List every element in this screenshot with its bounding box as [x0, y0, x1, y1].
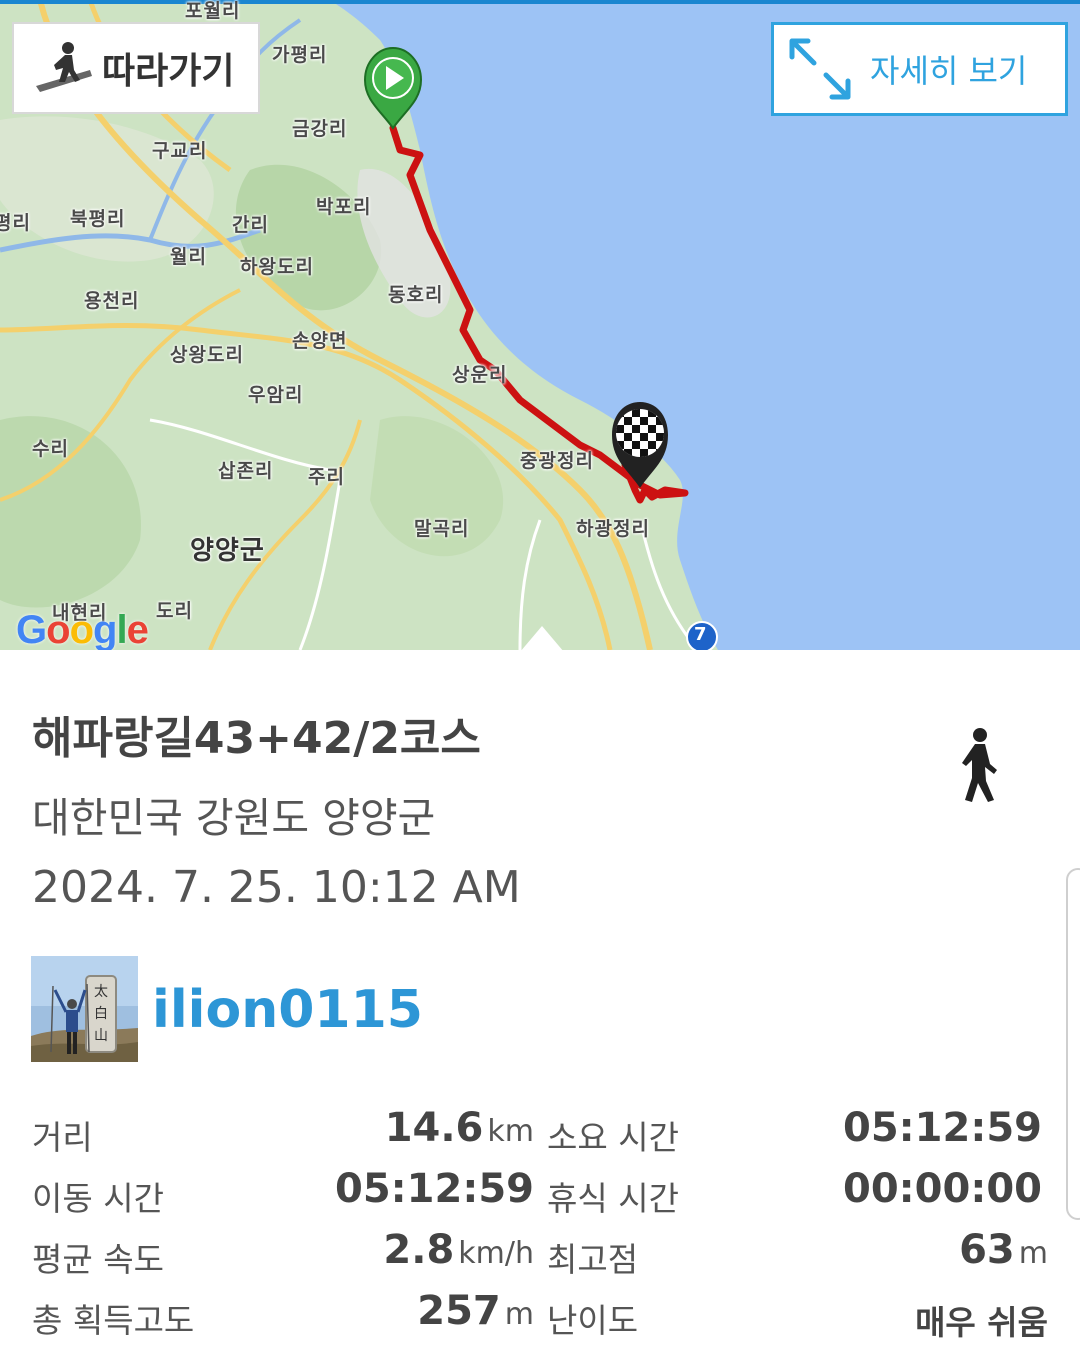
- avatar[interactable]: 太 白 山: [31, 956, 138, 1062]
- follow-button[interactable]: 따라가기: [12, 22, 260, 114]
- stone-char: 白: [94, 1006, 108, 1022]
- rest-time-label: 휴식 시간: [547, 1179, 679, 1218]
- place-label: 간리: [232, 214, 269, 236]
- place-label: 북평리: [70, 208, 126, 230]
- place-label: 우암리: [248, 384, 304, 406]
- route-title: 해파랑길43+42/2코스: [32, 713, 481, 764]
- max-elevation-label: 최고점: [547, 1240, 639, 1279]
- place-label: 하광정리: [576, 518, 650, 540]
- top-accent-line: [0, 0, 1080, 4]
- place-label: 가평리: [272, 44, 328, 66]
- place-label: 동호리: [388, 284, 444, 306]
- route-shield-label: 7: [694, 624, 707, 645]
- stone-char: 太: [94, 984, 108, 1000]
- place-label: 손양면: [292, 330, 348, 352]
- total-time-label: 소요 시간: [547, 1118, 679, 1157]
- place-label: 금강리: [292, 118, 348, 140]
- place-label: 하왕도리: [240, 256, 314, 278]
- place-label: 월리: [170, 246, 207, 268]
- place-label: 상운리: [452, 364, 508, 386]
- walking-person-icon: [962, 728, 997, 802]
- view-details-button[interactable]: 자세히 보기: [771, 22, 1068, 116]
- place-label: 삽존리: [218, 460, 274, 482]
- route-datetime: 2024. 7. 25. 10:12 AM: [32, 862, 521, 913]
- difficulty-label: 난이도: [547, 1301, 639, 1340]
- follow-person-icon: [36, 42, 92, 92]
- max-elevation-value: 63 m: [959, 1227, 1048, 1273]
- view-details-label: 자세히 보기: [870, 52, 1028, 90]
- elevation-gain-value: 257 m: [417, 1288, 534, 1334]
- place-label: 말곡리: [414, 518, 470, 540]
- distance-value: 14.6 km: [384, 1105, 534, 1151]
- follow-button-label: 따라가기: [102, 51, 235, 92]
- place-label: 주리: [308, 466, 345, 488]
- place-label: 구교리: [152, 140, 208, 162]
- avg-speed-label: 평균 속도: [32, 1240, 164, 1279]
- place-label: 포월리: [185, 0, 241, 22]
- route-map[interactable]: 포월리 가평리 금강리 구교리 박포리 북평리 간리 월리 하왕도리 동호리 용…: [0, 0, 1080, 650]
- google-logo-letter: l: [116, 608, 127, 650]
- distance-label: 거리: [32, 1118, 93, 1157]
- place-label: 평리: [0, 212, 31, 234]
- rest-time-value: 00:00:00: [843, 1166, 1042, 1212]
- place-label: 양양군: [190, 536, 265, 566]
- total-time-value: 05:12:59: [843, 1105, 1042, 1151]
- elevation-gain-label: 총 획득고도: [32, 1301, 195, 1340]
- scroll-handle[interactable]: [1066, 868, 1080, 1220]
- stone-char: 山: [94, 1028, 108, 1044]
- google-logo-letter: o: [46, 608, 70, 650]
- route-location: 대한민국 강원도 양양군: [32, 794, 436, 842]
- place-label: 수리: [32, 438, 69, 460]
- username-link[interactable]: ilion0115: [152, 980, 423, 1040]
- google-logo-letter: e: [126, 608, 149, 650]
- place-label: 박포리: [316, 196, 372, 218]
- google-logo: Google: [16, 608, 149, 650]
- place-label: 용천리: [84, 290, 140, 312]
- google-logo-letter: o: [69, 608, 94, 650]
- google-logo-letter: g: [93, 608, 117, 650]
- panel-pointer: [520, 626, 564, 650]
- expand-icon: [789, 38, 851, 100]
- moving-time-label: 이동 시간: [32, 1179, 164, 1218]
- place-label: 중광정리: [520, 450, 594, 472]
- google-logo-letter: G: [16, 608, 47, 650]
- moving-time-value: 05:12:59: [335, 1166, 534, 1212]
- difficulty-value: 매우 쉬움: [915, 1303, 1048, 1342]
- avg-speed-value: 2.8 km/h: [383, 1227, 534, 1273]
- place-label: 상왕도리: [170, 344, 244, 366]
- place-label: 도리: [156, 600, 193, 622]
